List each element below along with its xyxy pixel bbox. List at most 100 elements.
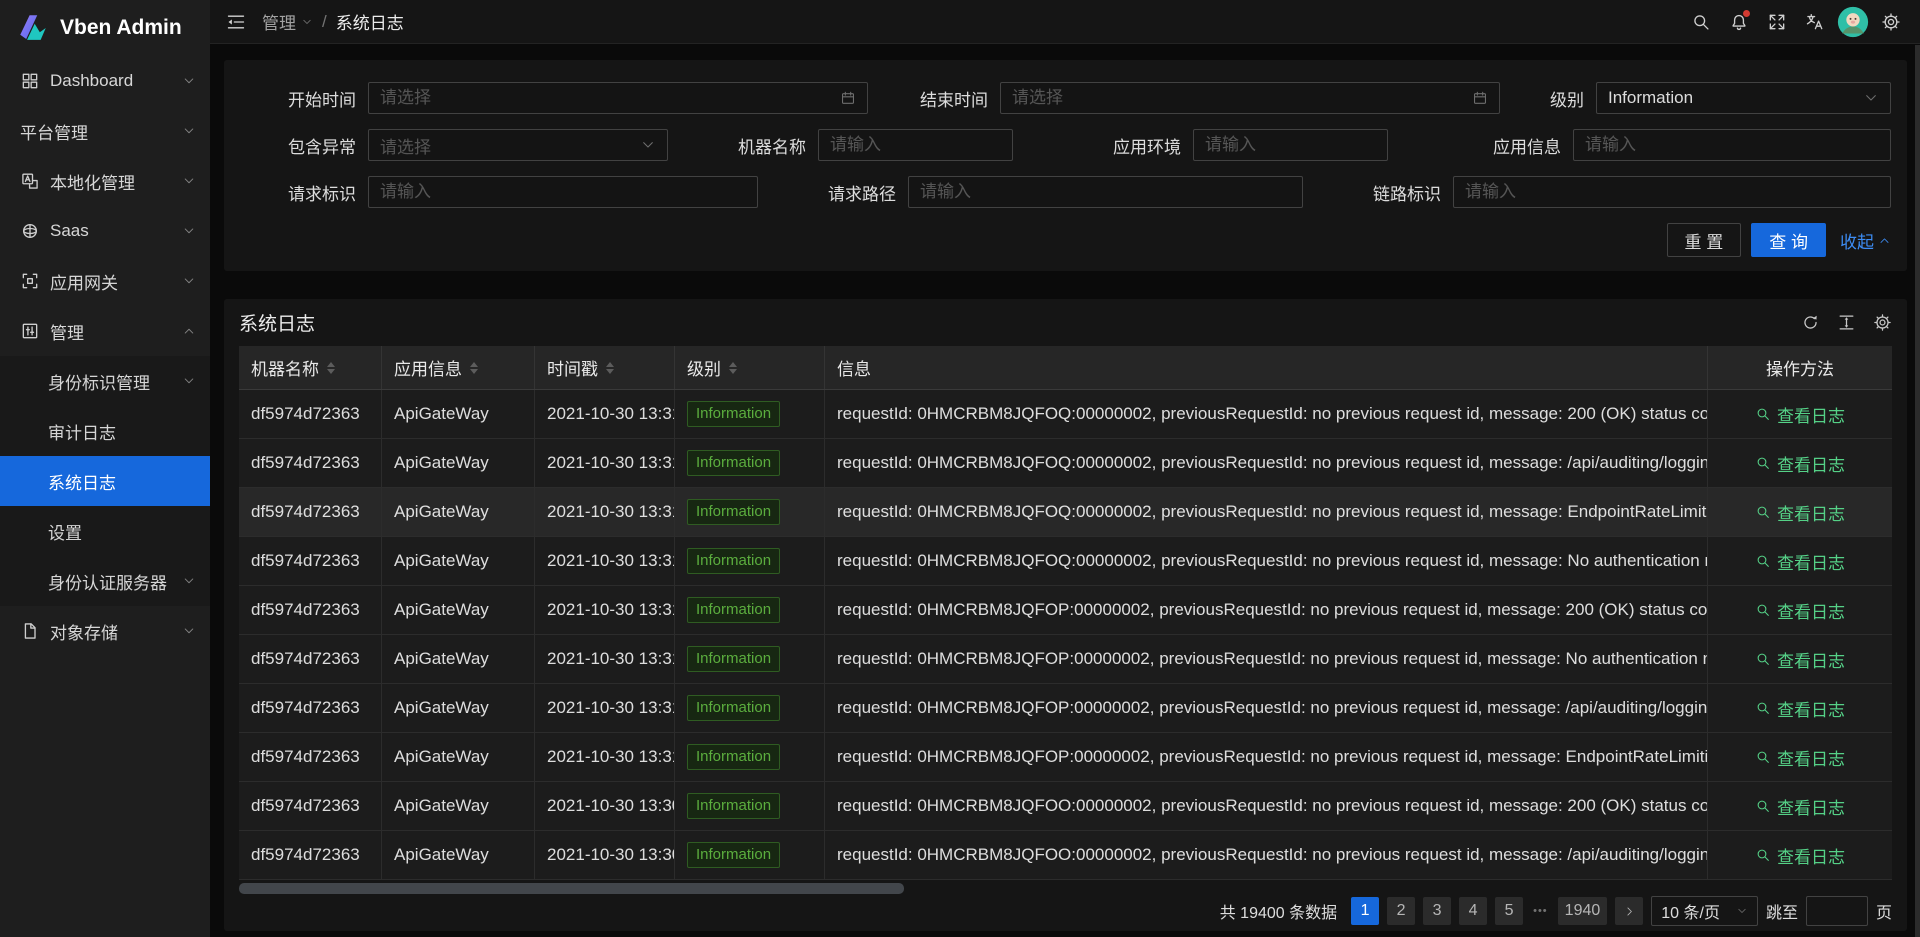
sidebar-item-saas[interactable]: Saas: [0, 206, 210, 256]
sidebar-item-settings[interactable]: 设置: [0, 506, 210, 556]
breadcrumb-item-manage[interactable]: 管理: [262, 9, 313, 34]
page-ellipsis[interactable]: •••: [1531, 905, 1550, 917]
sidebar-item-auth-server[interactable]: 身份认证服务器: [0, 556, 210, 606]
magnifier-icon: [1755, 847, 1771, 863]
cell-machine-name: df5974d72363: [239, 439, 382, 487]
view-log-button[interactable]: 查看日志: [1755, 598, 1845, 623]
view-log-button[interactable]: 查看日志: [1755, 794, 1845, 819]
page-button-4[interactable]: 4: [1459, 897, 1487, 925]
next-page-button[interactable]: [1615, 897, 1643, 925]
logo[interactable]: Vben Admin: [0, 0, 210, 56]
sidebar-item-manage[interactable]: 管理: [0, 306, 210, 356]
cell-message: requestId: 0HMCRBM8JQFOP:00000002, previ…: [825, 635, 1708, 683]
chevron-down-icon: [1863, 90, 1879, 106]
col-machine-name[interactable]: 机器名称: [239, 346, 382, 389]
cell-actions: 查看日志: [1708, 733, 1892, 781]
search-button[interactable]: 查 询: [1751, 223, 1826, 257]
sort-carets[interactable]: [606, 362, 614, 374]
level-badge: Information: [687, 450, 780, 476]
view-log-button[interactable]: 查看日志: [1755, 647, 1845, 672]
refresh-icon[interactable]: [1801, 313, 1820, 332]
jump-page-input[interactable]: [1806, 896, 1868, 926]
app-env-field[interactable]: [1205, 135, 1376, 155]
view-log-button[interactable]: 查看日志: [1755, 500, 1845, 525]
view-log-button[interactable]: 查看日志: [1755, 745, 1845, 770]
cell-machine-name: df5974d72363: [239, 831, 382, 879]
collapse-label: 收起: [1840, 228, 1874, 253]
start-time-field[interactable]: [380, 88, 840, 108]
start-time-input[interactable]: [368, 82, 868, 114]
level-select[interactable]: Information: [1596, 82, 1891, 114]
col-timestamp[interactable]: 时间戳: [535, 346, 675, 389]
gear-icon[interactable]: [1872, 3, 1910, 41]
column-settings-icon[interactable]: [1873, 313, 1892, 332]
fullscreen-icon[interactable]: [1758, 3, 1796, 41]
cell-app-info: ApiGateWay: [382, 782, 535, 830]
cell-timestamp: 2021-10-30 13:31:38: [535, 488, 675, 536]
app-info-label: 应用信息: [1388, 133, 1573, 158]
sidebar: Vben Admin Dashboard平台管理本地化管理Saas应用网关管理身…: [0, 0, 210, 937]
sidebar-item-platform[interactable]: 平台管理: [0, 106, 210, 156]
end-time-field[interactable]: [1012, 88, 1472, 108]
search-icon[interactable]: [1682, 3, 1720, 41]
col-level[interactable]: 级别: [675, 346, 825, 389]
app-info-field[interactable]: [1585, 135, 1879, 155]
level-select-value: Information: [1608, 88, 1693, 108]
collapse-toggle[interactable]: 收起: [1840, 228, 1891, 253]
sort-carets[interactable]: [327, 362, 335, 374]
app-env-input[interactable]: [1193, 129, 1388, 161]
end-time-input[interactable]: [1000, 82, 1500, 114]
request-path-field[interactable]: [920, 182, 1291, 202]
page-size-value: 10 条/页: [1661, 899, 1720, 923]
sidebar-item-label: 系统日志: [48, 469, 196, 494]
bell-icon[interactable]: [1720, 3, 1758, 41]
page-button-3[interactable]: 3: [1423, 897, 1451, 925]
reset-button[interactable]: 重 置: [1667, 223, 1742, 257]
horizontal-scrollbar-thumb[interactable]: [239, 883, 904, 894]
view-log-button[interactable]: 查看日志: [1755, 549, 1845, 574]
translate-icon[interactable]: [1796, 3, 1834, 41]
request-path-input[interactable]: [908, 176, 1303, 208]
sidebar-item-object-storage[interactable]: 对象存储: [0, 606, 210, 656]
table-row: df5974d72363ApiGateWay2021-10-30 13:31:3…: [239, 733, 1892, 782]
sidebar-item-identity[interactable]: 身份标识管理: [0, 356, 210, 406]
page-button-1940[interactable]: 1940: [1558, 897, 1608, 925]
trace-id-input[interactable]: [1453, 176, 1891, 208]
sidebar-item-gateway[interactable]: 应用网关: [0, 256, 210, 306]
breadcrumb-item-current: 系统日志: [336, 9, 404, 34]
request-id-field[interactable]: [380, 182, 746, 202]
machine-name-input[interactable]: [818, 129, 1013, 161]
cell-actions: 查看日志: [1708, 586, 1892, 634]
machine-name-field[interactable]: [830, 135, 1001, 155]
request-path-label: 请求路径: [758, 180, 908, 205]
breadcrumb: 管理 / 系统日志: [262, 9, 404, 34]
vertical-scrollbar[interactable]: [1915, 45, 1920, 937]
manage-icon: [20, 321, 40, 341]
table-row: df5974d72363ApiGateWay2021-10-30 13:31:3…: [239, 586, 1892, 635]
page-button-5[interactable]: 5: [1495, 897, 1523, 925]
menu-fold-icon[interactable]: [226, 12, 246, 32]
col-app-info[interactable]: 应用信息: [382, 346, 535, 389]
panel-title: 系统日志: [239, 309, 315, 336]
view-log-button[interactable]: 查看日志: [1755, 696, 1845, 721]
page-size-select[interactable]: 10 条/页: [1651, 896, 1758, 926]
sidebar-item-system-log[interactable]: 系统日志: [0, 456, 210, 506]
page-button-2[interactable]: 2: [1387, 897, 1415, 925]
row-height-icon[interactable]: [1837, 313, 1856, 332]
app-info-input[interactable]: [1573, 129, 1891, 161]
view-log-button[interactable]: 查看日志: [1755, 402, 1845, 427]
has-exception-select[interactable]: 请选择: [368, 129, 668, 161]
view-log-button[interactable]: 查看日志: [1755, 451, 1845, 476]
system-log-panel: 系统日志 机器名称 应用信息: [224, 299, 1907, 931]
view-log-button[interactable]: 查看日志: [1755, 843, 1845, 868]
user-avatar[interactable]: [1834, 3, 1872, 41]
request-id-input[interactable]: [368, 176, 758, 208]
sidebar-item-localization[interactable]: 本地化管理: [0, 156, 210, 206]
sort-carets[interactable]: [470, 362, 478, 374]
sidebar-item-dashboard[interactable]: Dashboard: [0, 56, 210, 106]
trace-id-field[interactable]: [1465, 182, 1879, 202]
sidebar-item-audit-log[interactable]: 审计日志: [0, 406, 210, 456]
request-id-label: 请求标识: [240, 180, 368, 205]
sort-carets[interactable]: [729, 362, 737, 374]
page-button-1[interactable]: 1: [1351, 897, 1379, 925]
